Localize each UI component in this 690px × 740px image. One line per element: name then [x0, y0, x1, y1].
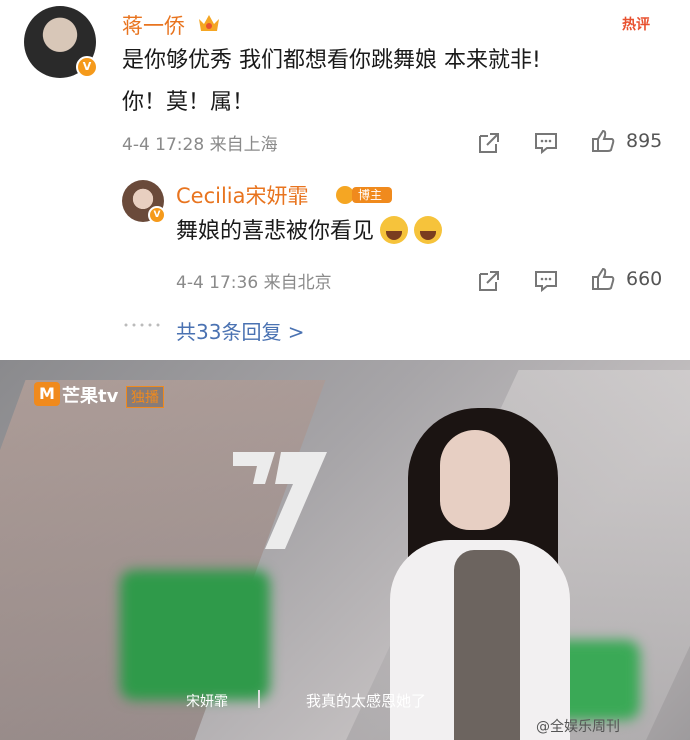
crown-icon [199, 15, 219, 31]
video-subtitle: 我真的太感恩她了 [306, 692, 427, 710]
hot-comment-badge: 热评 [622, 17, 650, 33]
more-replies-link[interactable]: 共33条回复 > [176, 316, 305, 345]
comment-text-line2: 你！莫！属！ [122, 90, 255, 115]
verified-icon: V [76, 56, 98, 78]
comment-section: V 蒋一侨 热评 是你够优秀 我们都想看你跳舞娘 本来就非! 你！莫！属！ 4-… [0, 0, 690, 360]
reply-text: 舞娘的喜悲被你看见 [176, 216, 443, 247]
like-icon[interactable] [590, 266, 616, 292]
blurred-prop [120, 570, 270, 700]
person-figure [454, 550, 520, 740]
crying-emoji-icon [380, 216, 409, 244]
comment-meta: 4-4 17:28 来自上海 [122, 135, 278, 155]
watermark: @全娱乐周刊 [536, 719, 620, 735]
comment-username[interactable]: 蒋一侨 [122, 10, 185, 40]
reply-username[interactable]: Cecilia宋妍霏 [176, 180, 309, 210]
exclusive-tag: 独播 [126, 386, 164, 408]
like-count: 660 [626, 268, 663, 290]
person-figure [440, 430, 510, 530]
subtitle-divider [258, 690, 260, 708]
verified-icon: V [148, 206, 166, 224]
comment-icon[interactable] [533, 130, 559, 156]
crying-emoji-icon [414, 216, 443, 244]
share-icon[interactable] [476, 130, 502, 156]
share-icon[interactable] [476, 268, 502, 294]
speaker-name: 宋妍霏 [186, 694, 228, 710]
reply-meta: 4-4 17:36 来自北京 [176, 273, 332, 293]
like-count: 895 [626, 130, 663, 152]
video-frame[interactable]: M 芒果tv 独播 宋妍霏 我真的太感恩她了 [0, 360, 690, 740]
channel-name: 芒果tv [62, 386, 119, 407]
blogger-badge: 博主 [358, 188, 383, 202]
show-logo-icon [233, 452, 327, 549]
like-icon[interactable] [590, 128, 616, 154]
comment-icon[interactable] [533, 268, 559, 294]
dots-icon [124, 323, 160, 327]
mango-tv-logo-icon: M [34, 382, 60, 406]
comment-text-line1: 是你够优秀 我们都想看你跳舞娘 本来就非! [122, 48, 541, 73]
